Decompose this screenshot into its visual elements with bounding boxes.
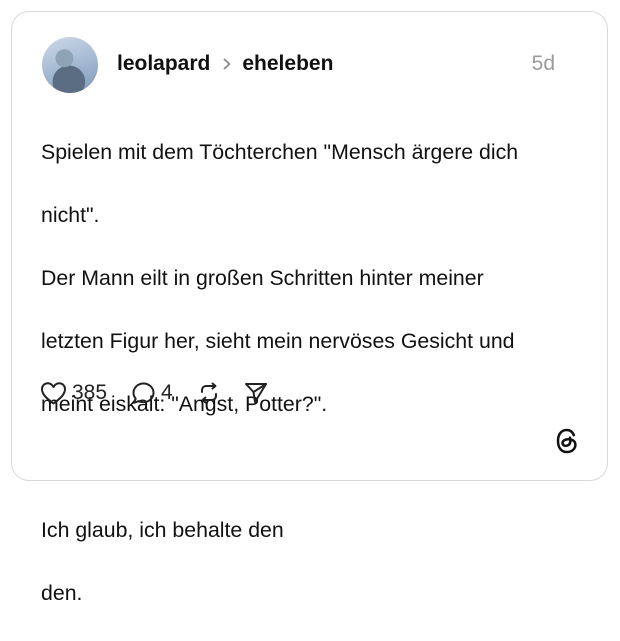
comment-bubble-icon — [132, 382, 155, 404]
post-line-blank — [41, 452, 581, 484]
reply-to-username[interactable]: eheleben — [242, 52, 333, 76]
repost-button[interactable] — [197, 381, 221, 405]
reply-button[interactable]: 4 — [131, 381, 173, 406]
chevron-right-icon — [223, 58, 231, 70]
like-count: 385 — [72, 381, 108, 404]
post-timestamp: 5d — [531, 52, 555, 75]
post-line: nicht". — [41, 202, 100, 227]
post-line: letzten Figur her, sieht mein nervöses G… — [41, 328, 515, 353]
post-line: Ich glaub, ich behalte den — [41, 517, 284, 542]
post-body: Spielen mit dem Töchterchen "Mensch ärge… — [41, 105, 581, 641]
post-line: den. — [41, 580, 83, 605]
post-header: leolapard eheleben — [117, 50, 333, 78]
user-avatar[interactable] — [42, 37, 98, 93]
send-icon — [244, 383, 267, 403]
heart-icon — [41, 381, 66, 404]
post-actions: 385 4 — [40, 377, 269, 409]
post-card: leolapard eheleben 5d Spielen mit dem Tö… — [11, 11, 608, 605]
repost-icon — [200, 382, 217, 404]
threads-logo-icon — [556, 428, 577, 454]
like-button[interactable]: 385 — [40, 381, 107, 406]
share-button[interactable] — [243, 381, 269, 405]
post-line: Der Mann eilt in großen Schritten hinter… — [41, 265, 484, 290]
reply-count: 4 — [161, 381, 173, 404]
post-line: Spielen mit dem Töchterchen "Mensch ärge… — [41, 139, 519, 164]
author-username[interactable]: leolapard — [117, 52, 210, 76]
